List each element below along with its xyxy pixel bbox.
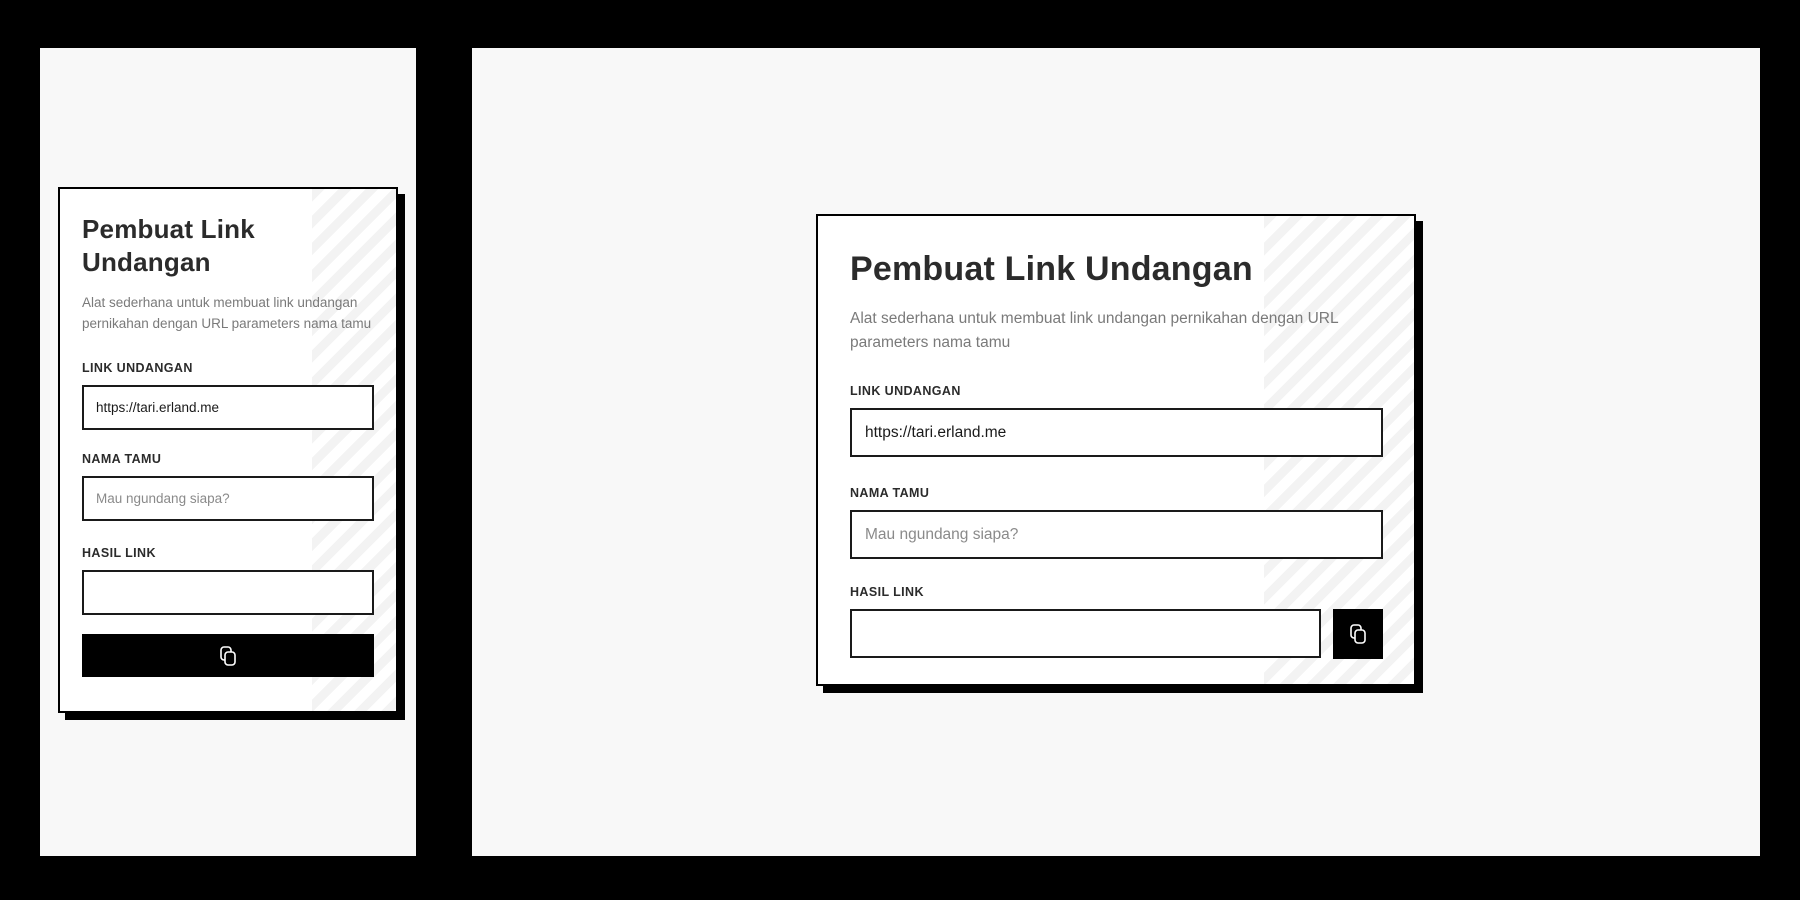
page-title: Pembuat Link Undangan <box>82 214 255 277</box>
mobile-viewport: Pembuat Link Undangan Alat sederhana unt… <box>40 48 416 856</box>
link-field-label: LINK UNDANGAN <box>850 384 961 398</box>
desktop-viewport: Pembuat Link Undangan Alat sederhana unt… <box>472 48 1760 856</box>
link-input[interactable] <box>850 408 1383 457</box>
link-input[interactable] <box>82 385 374 430</box>
copy-button[interactable] <box>82 634 374 677</box>
result-link-output[interactable] <box>82 570 374 615</box>
link-field-label: LINK UNDANGAN <box>82 361 193 375</box>
invite-link-card: Pembuat Link Undangan Alat sederhana unt… <box>58 187 398 713</box>
guest-name-input[interactable] <box>850 510 1383 559</box>
copy-icon <box>1350 624 1366 644</box>
copy-icon <box>220 645 236 666</box>
page-title: Pembuat Link Undangan <box>850 250 1253 288</box>
result-link-output[interactable] <box>850 609 1321 658</box>
copy-button[interactable] <box>1333 609 1383 659</box>
page-description: Alat sederhana untuk membuat link undang… <box>850 310 1339 351</box>
guest-name-input[interactable] <box>82 476 374 521</box>
invite-link-card: Pembuat Link Undangan Alat sederhana unt… <box>816 214 1416 686</box>
result-field-label: HASIL LINK <box>850 585 924 599</box>
guest-field-label: NAMA TAMU <box>850 486 930 500</box>
guest-field-label: NAMA TAMU <box>82 452 162 466</box>
page-description: Alat sederhana untuk membuat link undang… <box>82 295 372 331</box>
result-row <box>850 609 1383 659</box>
result-field-label: HASIL LINK <box>82 546 156 560</box>
